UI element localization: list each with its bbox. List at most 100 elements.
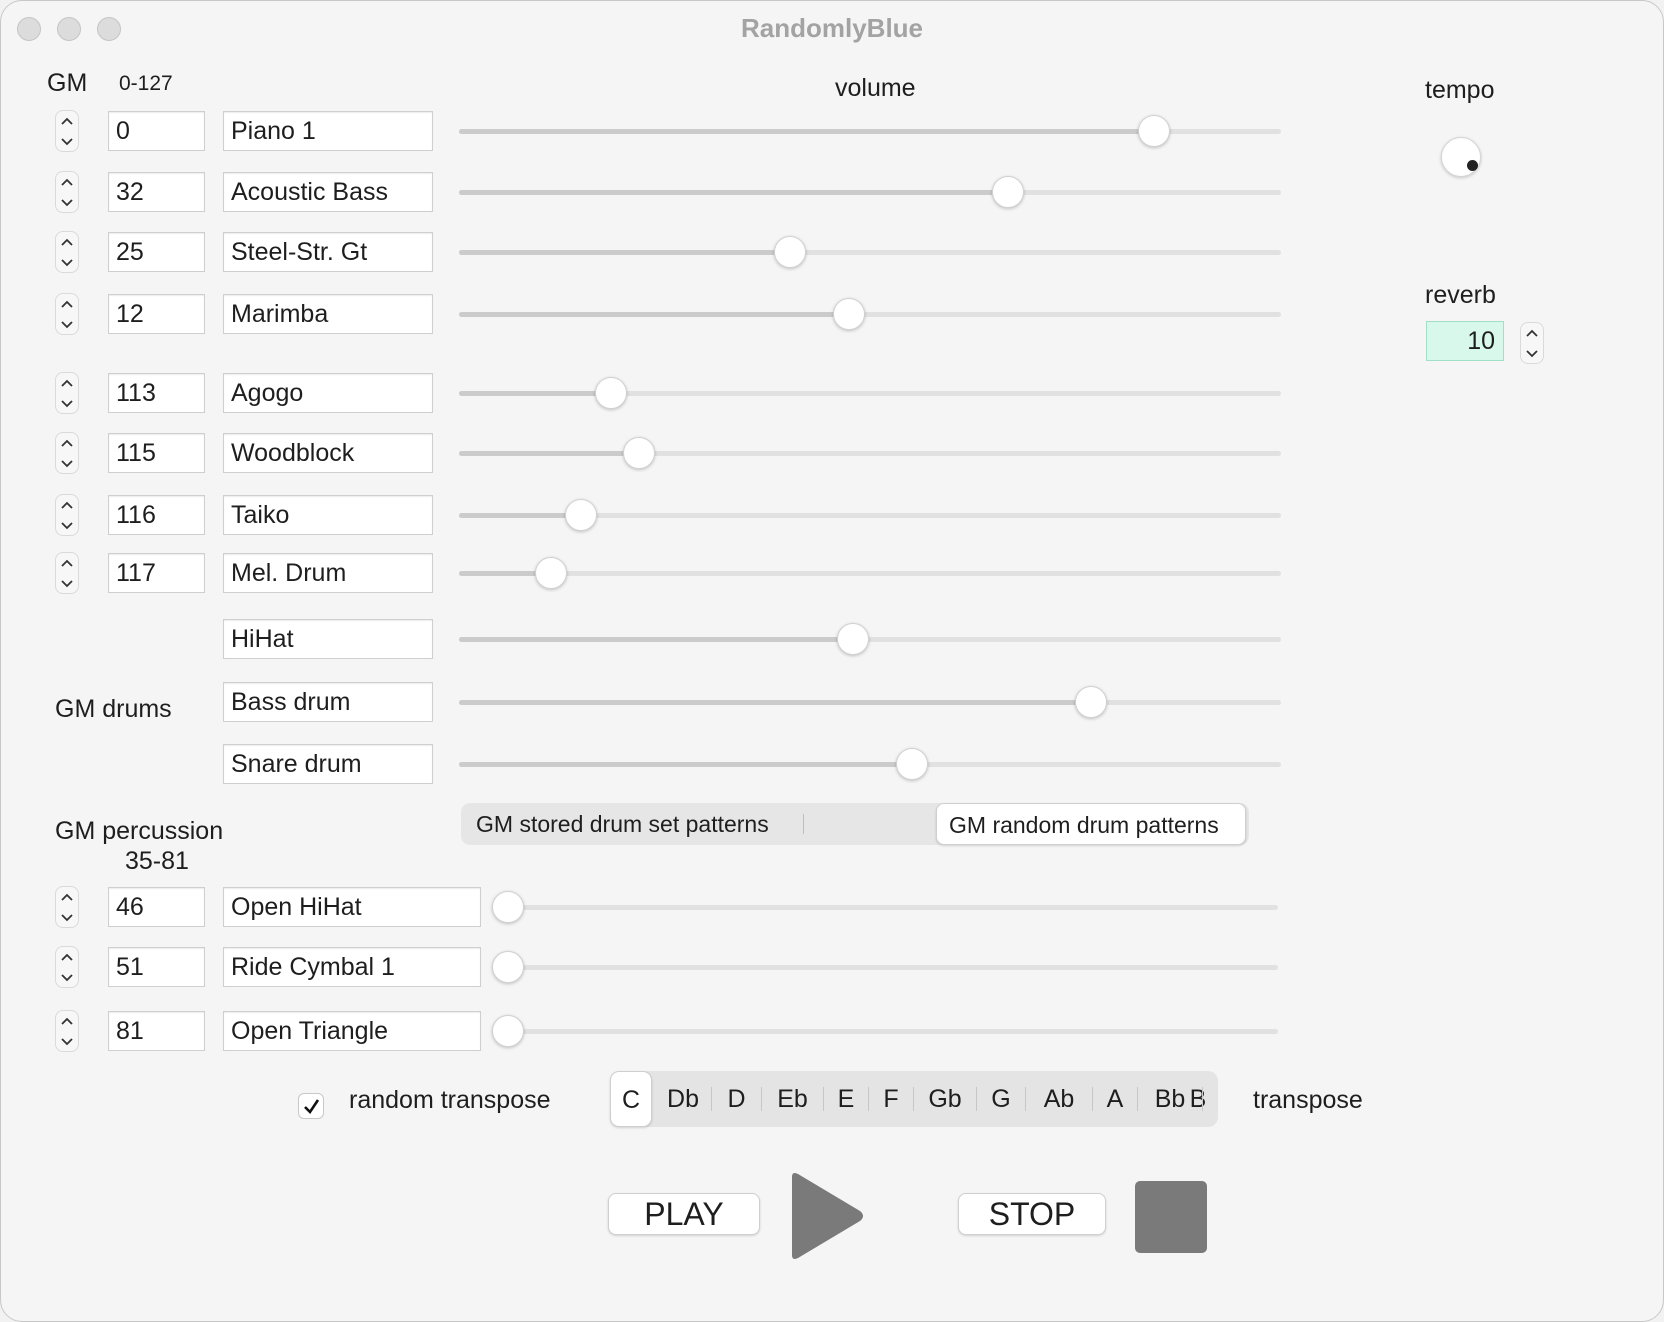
program-stepper[interactable] <box>55 1010 79 1052</box>
chevron-down-icon[interactable] <box>56 192 78 212</box>
slider-thumb[interactable] <box>492 1015 524 1047</box>
chevron-up-icon[interactable] <box>56 294 78 314</box>
program-number-field[interactable]: 115 <box>108 433 205 473</box>
volume-slider[interactable] <box>459 686 1281 718</box>
slider-thumb[interactable] <box>595 377 627 409</box>
program-stepper[interactable] <box>55 552 79 594</box>
slider-thumb[interactable] <box>492 891 524 923</box>
chevron-up-icon[interactable] <box>56 553 78 573</box>
transpose-key-ab[interactable]: Ab <box>1028 1071 1090 1127</box>
chevron-down-icon[interactable] <box>56 314 78 334</box>
chevron-up-icon[interactable] <box>56 433 78 453</box>
slider-thumb[interactable] <box>833 298 865 330</box>
program-number-field[interactable]: 117 <box>108 553 205 593</box>
instrument-name-field[interactable]: Woodblock <box>223 433 433 473</box>
drum-name-field[interactable]: Bass drum <box>223 682 433 722</box>
stored-drum-patterns-option[interactable]: GM stored drum set patterns <box>476 803 769 845</box>
chevron-down-icon[interactable] <box>56 252 78 272</box>
volume-slider[interactable] <box>459 236 1281 268</box>
instrument-name-field[interactable]: Agogo <box>223 373 433 413</box>
program-number-field[interactable]: 32 <box>108 172 205 212</box>
instrument-name-field[interactable]: Taiko <box>223 495 433 535</box>
percussion-number-field[interactable]: 46 <box>108 887 205 927</box>
slider-thumb[interactable] <box>492 951 524 983</box>
chevron-down-icon[interactable] <box>56 907 78 927</box>
instrument-name-field[interactable]: Marimba <box>223 294 433 334</box>
transpose-key-e[interactable]: E <box>826 1071 866 1127</box>
percussion-name-field[interactable]: Open Triangle <box>223 1011 481 1051</box>
volume-slider[interactable] <box>459 437 1281 469</box>
random-transpose-checkbox[interactable] <box>298 1093 324 1119</box>
program-stepper[interactable] <box>55 293 79 335</box>
chevron-down-icon[interactable] <box>56 131 78 151</box>
slider-thumb[interactable] <box>837 623 869 655</box>
transpose-key-eb[interactable]: Eb <box>764 1071 821 1127</box>
transpose-key-b[interactable]: B <box>1182 1071 1214 1127</box>
volume-slider[interactable] <box>459 115 1281 147</box>
chevron-up-icon[interactable] <box>1521 323 1543 343</box>
chevron-up-icon[interactable] <box>56 373 78 393</box>
chevron-up-icon[interactable] <box>56 1011 78 1031</box>
stop-icon[interactable] <box>1135 1181 1207 1253</box>
percussion-name-field[interactable]: Ride Cymbal 1 <box>223 947 481 987</box>
drum-pattern-selector[interactable]: GM stored drum set patterns GM random dr… <box>461 803 1249 845</box>
program-stepper[interactable] <box>55 372 79 414</box>
program-stepper[interactable] <box>55 171 79 213</box>
transpose-key-gb[interactable]: Gb <box>916 1071 974 1127</box>
instrument-name-field[interactable]: Mel. Drum <box>223 553 433 593</box>
volume-slider[interactable] <box>459 298 1281 330</box>
chevron-up-icon[interactable] <box>56 111 78 131</box>
percussion-name-field[interactable]: Open HiHat <box>223 887 481 927</box>
transpose-key-a[interactable]: A <box>1095 1071 1135 1127</box>
drum-name-field[interactable]: Snare drum <box>223 744 433 784</box>
transpose-key-db[interactable]: Db <box>657 1071 709 1127</box>
chevron-up-icon[interactable] <box>56 947 78 967</box>
transpose-key-selector[interactable]: C Db D Eb E F Gb G Ab A Bb B <box>610 1071 1218 1127</box>
program-stepper[interactable] <box>55 886 79 928</box>
reverb-input[interactable]: 10 <box>1426 321 1504 361</box>
volume-slider[interactable] <box>459 176 1281 208</box>
program-number-field[interactable]: 113 <box>108 373 205 413</box>
transpose-key-g[interactable]: G <box>979 1071 1023 1127</box>
transpose-key-f[interactable]: F <box>871 1071 911 1127</box>
slider-thumb[interactable] <box>535 557 567 589</box>
program-number-field[interactable]: 12 <box>108 294 205 334</box>
drum-name-field[interactable]: HiHat <box>223 619 433 659</box>
chevron-down-icon[interactable] <box>56 393 78 413</box>
tempo-knob[interactable] <box>1441 137 1481 177</box>
transpose-key-d[interactable]: D <box>714 1071 759 1127</box>
volume-slider[interactable] <box>492 1015 1278 1047</box>
chevron-up-icon[interactable] <box>56 887 78 907</box>
transpose-key-c[interactable]: C <box>610 1071 652 1127</box>
volume-slider[interactable] <box>459 377 1281 409</box>
chevron-up-icon[interactable] <box>56 232 78 252</box>
chevron-down-icon[interactable] <box>56 453 78 473</box>
volume-slider[interactable] <box>459 623 1281 655</box>
percussion-number-field[interactable]: 81 <box>108 1011 205 1051</box>
volume-slider[interactable] <box>459 499 1281 531</box>
chevron-down-icon[interactable] <box>56 967 78 987</box>
chevron-up-icon[interactable] <box>56 172 78 192</box>
slider-thumb[interactable] <box>896 748 928 780</box>
slider-thumb[interactable] <box>565 499 597 531</box>
instrument-name-field[interactable]: Steel-Str. Gt <box>223 232 433 272</box>
instrument-name-field[interactable]: Acoustic Bass <box>223 172 433 212</box>
program-number-field[interactable]: 25 <box>108 232 205 272</box>
program-stepper[interactable] <box>55 946 79 988</box>
chevron-down-icon[interactable] <box>56 515 78 535</box>
volume-slider[interactable] <box>459 557 1281 589</box>
volume-slider[interactable] <box>459 748 1281 780</box>
reverb-stepper[interactable] <box>1520 322 1544 364</box>
play-icon[interactable] <box>786 1171 866 1261</box>
percussion-number-field[interactable]: 51 <box>108 947 205 987</box>
volume-slider[interactable] <box>492 891 1278 923</box>
program-stepper[interactable] <box>55 494 79 536</box>
slider-thumb[interactable] <box>992 176 1024 208</box>
program-number-field[interactable]: 0 <box>108 111 205 151</box>
volume-slider[interactable] <box>492 951 1278 983</box>
chevron-down-icon[interactable] <box>1521 343 1543 363</box>
slider-thumb[interactable] <box>774 236 806 268</box>
slider-thumb[interactable] <box>623 437 655 469</box>
chevron-up-icon[interactable] <box>56 495 78 515</box>
program-stepper[interactable] <box>55 231 79 273</box>
